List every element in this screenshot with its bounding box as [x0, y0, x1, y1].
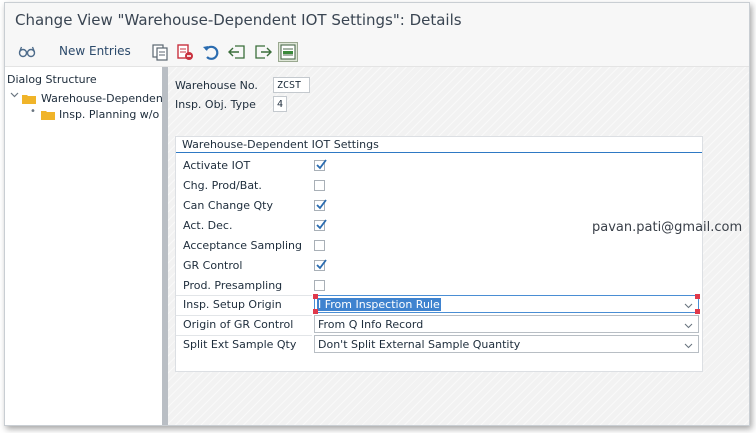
- chevron-down-icon[interactable]: [684, 340, 693, 353]
- act-dec-label: Act. Dec.: [183, 219, 233, 232]
- selected-value: I From Inspection Rule: [317, 298, 441, 311]
- focus-marker: [695, 294, 700, 299]
- insp-obj-type-label: Insp. Obj. Type: [175, 98, 256, 111]
- tree-node-label: Insp. Planning w/o Ru: [59, 108, 162, 121]
- chg-prod-bat-label: Chg. Prod/Bat.: [183, 179, 262, 192]
- gr-control-checkbox[interactable]: [314, 259, 327, 271]
- iot-settings-group: Warehouse-Dependent IOT Settings Activat…: [175, 136, 703, 372]
- warehouse-no-label: Warehouse No.: [175, 79, 258, 92]
- chevron-down-icon[interactable]: [684, 300, 693, 313]
- split-ext-sample-label: Split Ext Sample Qty: [183, 338, 297, 351]
- selected-value: Don't Split External Sample Quantity: [318, 338, 521, 351]
- glasses-display-change-icon[interactable]: [17, 42, 37, 62]
- origin-gr-control-label: Origin of GR Control: [183, 318, 294, 331]
- title-bar: Change View "Warehouse-Dependent IOT Set…: [5, 3, 749, 37]
- focus-marker: [313, 294, 318, 299]
- acceptance-sampling-label: Acceptance Sampling: [183, 239, 303, 252]
- application-toolbar: New Entries: [5, 37, 749, 67]
- origin-gr-control-select[interactable]: From Q Info Record: [314, 315, 699, 333]
- prod-presampling-label: Prod. Presampling: [183, 279, 283, 292]
- chg-prod-bat-checkbox[interactable]: [314, 180, 325, 191]
- group-title: Warehouse-Dependent IOT Settings: [176, 137, 702, 153]
- focus-marker: [695, 309, 700, 314]
- warehouse-no-field: ZCST: [273, 77, 310, 93]
- bullet-icon: •: [30, 106, 36, 117]
- insp-obj-type-field: 4: [273, 96, 287, 112]
- chevron-down-icon[interactable]: [10, 90, 19, 102]
- undo-icon[interactable]: [201, 42, 221, 62]
- activate-iot-checkbox[interactable]: [314, 159, 327, 171]
- insp-setup-origin-label: Insp. Setup Origin: [183, 298, 282, 311]
- selected-value: From Q Info Record: [318, 318, 424, 331]
- gr-control-label: GR Control: [183, 259, 243, 272]
- watermark-email: pavan.pati@gmail.com: [592, 220, 743, 235]
- focus-marker: [313, 309, 318, 314]
- prod-presampling-checkbox[interactable]: [314, 280, 325, 291]
- act-dec-checkbox[interactable]: [314, 219, 327, 231]
- dialog-structure-pane: Dialog Structure Warehouse-Dependent • I…: [5, 67, 162, 425]
- tree-node-insp-planning[interactable]: • Insp. Planning w/o Ru: [10, 106, 162, 123]
- copy-icon[interactable]: [150, 42, 170, 62]
- can-change-qty-checkbox[interactable]: [314, 199, 327, 211]
- delete-icon[interactable]: [175, 42, 195, 62]
- split-ext-sample-select[interactable]: Don't Split External Sample Quantity: [314, 335, 699, 353]
- chevron-down-icon[interactable]: [684, 320, 693, 333]
- folder-icon: [22, 94, 36, 104]
- folder-icon: [41, 110, 55, 120]
- tree-node-label: Warehouse-Dependent: [41, 92, 162, 105]
- next-entry-icon[interactable]: [253, 42, 273, 62]
- sap-window: Change View "Warehouse-Dependent IOT Set…: [4, 2, 750, 426]
- details-pane: Warehouse No. ZCST Insp. Obj. Type 4 War…: [168, 67, 749, 425]
- can-change-qty-label: Can Change Qty: [183, 199, 273, 212]
- insp-setup-origin-select[interactable]: I From Inspection Rule: [313, 294, 700, 314]
- tree-node-warehouse-dependent[interactable]: Warehouse-Dependent: [10, 91, 162, 107]
- acceptance-sampling-checkbox[interactable]: [314, 240, 325, 251]
- select-block-icon[interactable]: [278, 42, 298, 62]
- page-title: Change View "Warehouse-Dependent IOT Set…: [15, 11, 462, 29]
- dialog-structure-header: Dialog Structure: [7, 73, 97, 86]
- new-entries-button[interactable]: New Entries: [59, 44, 131, 58]
- activate-iot-label: Activate IOT: [183, 159, 251, 172]
- previous-entry-icon[interactable]: [227, 42, 247, 62]
